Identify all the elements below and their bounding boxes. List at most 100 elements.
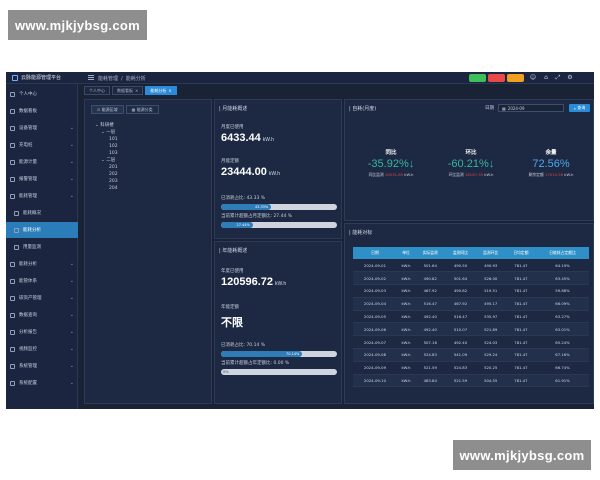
sidebar-item[interactable]: 能耗管理 ⌄ <box>6 188 78 204</box>
top-bar: 云脉能源管理平台 能耗管理 / 能耗分析 ☺ ⌂ ⤢ ⚙ <box>6 72 594 84</box>
sidebar-item[interactable]: 碳资产管理 ⌄ <box>6 290 78 306</box>
tree-node[interactable]: 101 <box>95 136 118 143</box>
kpi-title: 余量 <box>545 150 557 156</box>
tree-node[interactable]: 202 <box>95 171 118 178</box>
tree-node[interactable]: ⌄ 一层 <box>95 129 118 136</box>
kpi-sub-label: 环比监测 <box>448 172 465 177</box>
breadcrumb: 能耗管理 / 能耗分析 <box>98 75 149 82</box>
kpi-card: 环比 -60.21%↓ 环比监测 16167.35 kW.h <box>433 148 509 178</box>
month-summary-panel: | 月能耗概述 月度已使用 6433.44 kW.h 月能定额 23444.00 k… <box>214 99 342 239</box>
table-cell: 781.47 <box>505 310 537 324</box>
tree-node[interactable]: 102 <box>95 143 118 150</box>
query-button[interactable]: ⌕ 查询 <box>569 104 590 112</box>
sidebar-item-label: 能源计量 <box>19 160 37 165</box>
sidebar-item[interactable]: 报警管理 ⌄ <box>6 171 78 187</box>
table-cell: kW.h <box>396 322 416 337</box>
sidebar-item[interactable]: 能耗分析 <box>6 222 78 238</box>
sidebar-item[interactable]: 系统管理 ⌄ <box>6 358 78 374</box>
chevron-down-icon: ⌄ <box>69 278 74 284</box>
kpi-card: 余量 72.56% 剩余定额 17010.56 kW.h <box>513 148 589 178</box>
chevron-down-icon: ⌄ <box>69 142 74 148</box>
menu-toggle-icon[interactable] <box>88 75 94 80</box>
table-cell: 781.47 <box>505 335 537 350</box>
table-cell: 504.55 <box>475 374 506 388</box>
sidebar-item[interactable]: 数据查询 ⌄ <box>6 307 78 323</box>
tree-node[interactable]: 204 <box>95 185 118 192</box>
sidebar-item[interactable]: 能耗分析 ⌄ <box>6 256 78 272</box>
sidebar-item[interactable]: 充电桩 ⌄ <box>6 137 78 153</box>
kpi-card: 同比 -35.92%↓ 同比监测 10031.85 kW.h <box>353 148 429 178</box>
table-cell: 781.47 <box>505 374 537 388</box>
table-cell: 63.01% <box>536 322 589 337</box>
table-cell: 519.51 <box>475 284 506 298</box>
value-text: 6433.44 <box>221 132 261 144</box>
tab-energy-category[interactable]: ▦ 能源分类 <box>125 105 159 114</box>
kpi-value: -60.21% <box>447 158 489 170</box>
table-cell: 524.03 <box>475 335 506 350</box>
menu-icon <box>10 142 15 148</box>
table-cell: 483.84 <box>415 374 446 388</box>
page-tabs: 个人中心 数据看板 × 能耗分析 × <box>84 86 177 96</box>
sidebar-item[interactable]: 能源计量 ⌄ <box>6 154 78 170</box>
search-icon: ⌕ <box>573 105 576 111</box>
orange-status-button[interactable] <box>507 74 524 82</box>
year-over-pct-label: 当前累计超额占年定额比: 0.00 % <box>221 361 290 366</box>
year-used-progress: 70.14% <box>221 351 337 357</box>
month-remain-pct-label: 当前累计超额占月定额比: 27.44 % <box>221 214 293 219</box>
tree-node[interactable]: ⌄ 科研楼 <box>95 122 118 129</box>
tree-node[interactable]: 103 <box>95 150 118 157</box>
close-icon[interactable]: × <box>135 88 138 93</box>
red-status-button[interactable] <box>488 74 505 82</box>
table-row: 2024-09-05 kW.h 492.40 516.47 535.97 781.47 63… <box>353 310 589 324</box>
progress-fill: 43.33% <box>221 204 272 210</box>
panel-title: | 自耗(月度) <box>349 106 377 112</box>
table-cell: 781.47 <box>505 348 537 362</box>
green-status-button[interactable] <box>469 74 486 82</box>
kpi-sub-value: 10031.85 <box>384 172 404 177</box>
year-summary-panel: | 年能耗概述 年度已使用 120596.72 kW.h 年能定额 不限 已消耗占… <box>214 241 342 404</box>
table-cell: 541.09 <box>445 348 476 362</box>
breadcrumb-item[interactable]: 能耗管理 <box>98 76 118 82</box>
fullscreen-icon[interactable]: ⤢ <box>554 74 562 82</box>
progress-fill: 27.44% <box>221 222 253 228</box>
table-cell: kW.h <box>396 271 416 286</box>
date-picker[interactable]: ▦ 2024-09 <box>498 104 564 112</box>
sidebar-item[interactable]: 视频监控 ⌄ <box>6 341 78 357</box>
chevron-down-icon: ⌄ <box>69 295 74 301</box>
value-text: 120596.72 <box>221 276 273 288</box>
sidebar-item[interactable]: 能耗概况 <box>6 205 78 221</box>
sidebar-item[interactable]: 设备管理 ⌄ <box>6 120 78 136</box>
sidebar-item[interactable]: 个人中心 <box>6 86 78 102</box>
sidebar-item[interactable]: 用量监测 <box>6 239 78 255</box>
year-over-progress: 0% <box>221 369 337 375</box>
close-icon[interactable]: × <box>168 88 171 93</box>
logo-icon <box>12 74 18 81</box>
user-icon[interactable]: ☺ <box>529 74 537 82</box>
month-used-progress: 43.33% <box>221 204 337 210</box>
lock-icon[interactable]: ⌂ <box>542 74 550 82</box>
table-cell: 781.47 <box>505 284 537 298</box>
tab-personal[interactable]: 个人中心 <box>84 86 110 95</box>
tab-energy-area[interactable]: ⊙ 能源区域 <box>91 105 124 114</box>
column-header: 日期 <box>353 247 397 259</box>
self-consumption-panel: | 自耗(月度) 日期 ▦ 2024-09 ⌕ 查询 同比 -35.92%↓ 同比监测… <box>344 99 594 221</box>
sidebar-item[interactable]: 系统配置 ⌄ <box>6 375 78 391</box>
tree-node[interactable]: 201 <box>95 164 118 171</box>
tab-energy-analysis[interactable]: 能耗分析 × <box>145 86 177 95</box>
tab-dashboard[interactable]: 数据看板 × <box>112 86 144 95</box>
settings-icon[interactable]: ⚙ <box>566 74 574 82</box>
sidebar-item[interactable]: 数据看板 <box>6 103 78 119</box>
kpi-value: -35.92% <box>367 158 409 170</box>
sidebar-item-label: 碳资产管理 <box>19 296 42 301</box>
menu-icon <box>10 176 15 182</box>
sidebar-item[interactable]: 能管体系 ⌄ <box>6 273 78 289</box>
table-cell: 490.82 <box>415 271 446 286</box>
arrow-down-icon: ↓ <box>408 158 415 170</box>
table-cell: 2024-09-03 <box>353 284 397 298</box>
app-title: 云脉能源管理平台 <box>21 75 62 81</box>
tree-node[interactable]: ⌄ 二层 <box>95 157 118 164</box>
tree-node[interactable]: 203 <box>95 178 118 185</box>
sidebar-item[interactable]: 分析报告 ⌄ <box>6 324 78 340</box>
table-cell: 526.00 <box>475 271 506 286</box>
table-cell: 2024-09-10 <box>353 374 397 388</box>
